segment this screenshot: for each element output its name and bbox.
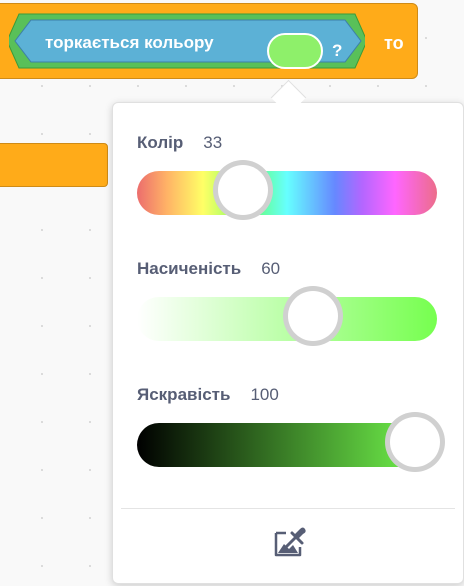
brightness-label: Яскравість — [137, 385, 231, 404]
touching-color-block[interactable]: торкається кольору ? — [9, 10, 365, 72]
brightness-slider[interactable] — [137, 412, 445, 472]
eyedropper-button[interactable] — [270, 521, 310, 561]
brightness-slider-knob[interactable] — [385, 412, 445, 472]
hue-slider[interactable] — [137, 160, 437, 220]
touching-color-label: торкається кольору — [45, 33, 214, 52]
then-label: то — [384, 33, 404, 53]
brightness-row-title: Яскравість 100 — [137, 385, 279, 405]
eyedropper-icon — [274, 527, 306, 557]
saturation-value: 60 — [261, 259, 281, 278]
color-picker-popover: Колір 33 Насиченість 60 Яскравість 100 — [112, 102, 464, 584]
saturation-row-title: Насиченість 60 — [137, 259, 280, 279]
question-mark-label: ? — [332, 41, 343, 60]
popover-divider — [121, 508, 455, 509]
hue-row-title: Колір 33 — [137, 133, 222, 153]
hue-slider-knob[interactable] — [213, 160, 274, 220]
brightness-value: 100 — [250, 385, 279, 404]
hue-label: Колір — [137, 133, 184, 152]
saturation-label: Насиченість — [137, 259, 242, 278]
saturation-slider-knob[interactable] — [282, 286, 343, 346]
hue-value: 33 — [203, 133, 223, 152]
saturation-slider[interactable] — [137, 286, 437, 346]
if-block-bottom-arm — [0, 143, 108, 187]
color-swatch-input[interactable] — [267, 33, 323, 69]
